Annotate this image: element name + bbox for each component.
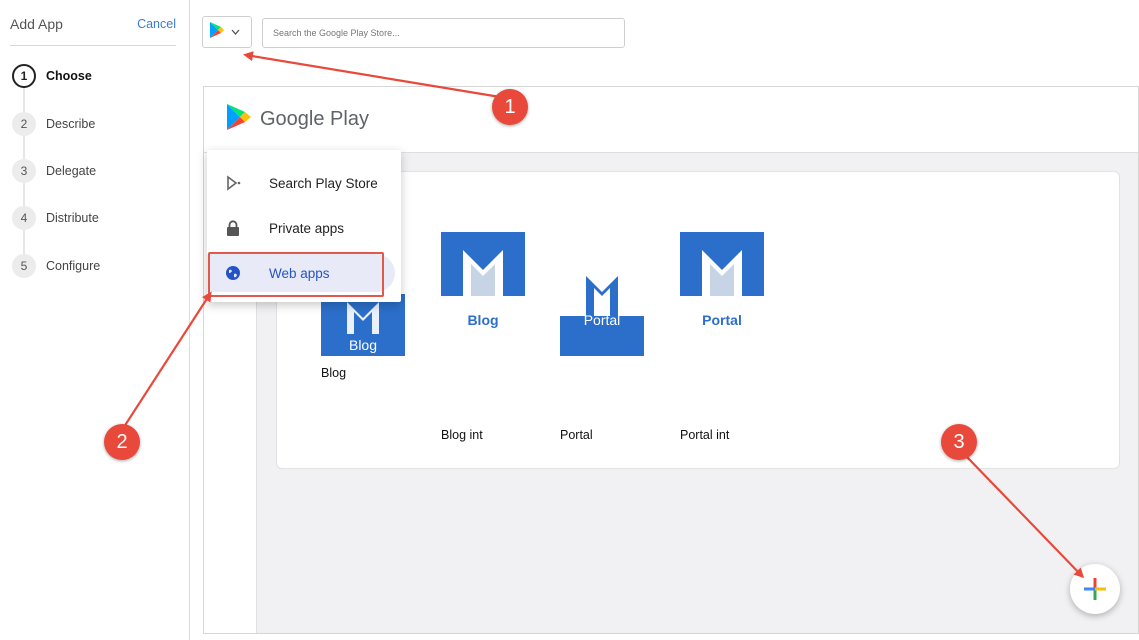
- play-store-search-input[interactable]: [262, 18, 625, 48]
- tile-label: Portal: [702, 312, 742, 328]
- cancel-link[interactable]: Cancel: [137, 17, 176, 31]
- add-app-wizard: Add App Cancel 1 Choose 2 Describe 3 Del…: [0, 0, 190, 640]
- app-tile-blog-int: Blog: [441, 232, 525, 356]
- add-web-app-button[interactable]: [1070, 564, 1120, 614]
- step-label: Describe: [46, 117, 96, 131]
- chevron-down-icon: [231, 27, 240, 38]
- step-number: 4: [12, 206, 36, 230]
- play-store-icon: [223, 175, 243, 191]
- google-play-logo-icon: [226, 103, 252, 136]
- app-portal[interactable]: Portal Portal: [560, 276, 644, 442]
- tile-label: Portal: [583, 312, 621, 328]
- app-tile-portal: Portal: [560, 232, 644, 356]
- app-blog-int[interactable]: Blog Blog int: [441, 232, 525, 442]
- menu-item-search-play-store[interactable]: Search Play Store: [207, 164, 401, 202]
- step-label: Choose: [46, 69, 92, 83]
- plus-icon: [1084, 578, 1106, 605]
- app-tile-portal-int: Portal: [680, 232, 764, 356]
- app-name: Portal int: [680, 428, 730, 442]
- app-name: Portal: [560, 428, 593, 442]
- step-label: Distribute: [46, 211, 99, 225]
- step-distribute[interactable]: 4 Distribute: [12, 206, 99, 230]
- menu-item-private-apps[interactable]: Private apps: [207, 209, 401, 247]
- menu-item-label: Search Play Store: [269, 175, 378, 191]
- step-number: 3: [12, 159, 36, 183]
- step-configure[interactable]: 5 Configure: [12, 254, 100, 278]
- store-selector-dropdown[interactable]: [202, 16, 252, 48]
- wizard-title: Add App: [10, 16, 63, 32]
- step-describe[interactable]: 2 Describe: [12, 112, 95, 136]
- annotation-badge-2: 2: [104, 424, 140, 460]
- step-label: Configure: [46, 259, 101, 273]
- app-name: Blog int: [441, 428, 483, 442]
- app-portal-int[interactable]: Portal Portal int: [680, 232, 764, 442]
- step-delegate[interactable]: 3 Delegate: [12, 159, 96, 183]
- annotation-badge-1: 1: [492, 89, 528, 125]
- tile-label: Blog: [348, 337, 378, 353]
- google-play-header: Google Play: [204, 87, 1138, 153]
- step-number: 5: [12, 254, 36, 278]
- step-label: Delegate: [46, 164, 97, 178]
- app-tile-blog: Blog: [321, 294, 405, 356]
- google-play-title: Google Play: [260, 108, 369, 130]
- app-blog[interactable]: Blog Blog: [321, 294, 405, 380]
- annotation-badge-3: 3: [941, 424, 977, 460]
- step-number: 2: [12, 112, 36, 136]
- tile-label: Blog: [467, 312, 499, 328]
- step-number: 1: [12, 64, 36, 88]
- wizard-header: Add App Cancel: [10, 16, 176, 46]
- lock-icon: [223, 219, 243, 237]
- google-play-icon: [209, 21, 225, 44]
- web-apps-highlight: [208, 252, 384, 297]
- menu-item-label: Private apps: [269, 220, 345, 236]
- web-apps-card: Blog Blog Blog Blog int Portal Portal Po…: [276, 171, 1120, 469]
- step-choose[interactable]: 1 Choose: [12, 64, 92, 88]
- app-name: Blog: [321, 366, 347, 380]
